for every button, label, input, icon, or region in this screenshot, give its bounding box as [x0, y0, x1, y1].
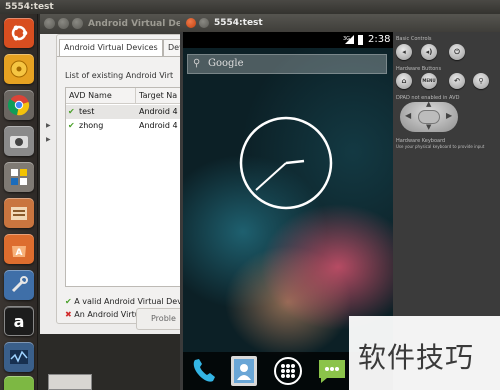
dpad-control[interactable]: ◀ ▶ ▲ ▼: [400, 100, 458, 132]
search-icon[interactable]: ⚲: [473, 73, 489, 89]
avd-table: AVD Name Target Na ✔ test Android 4 ✔ zh…: [65, 87, 191, 287]
window-maximize-icon[interactable]: [72, 18, 83, 29]
software-center-icon[interactable]: A: [4, 234, 34, 264]
ubuntu-dash-icon[interactable]: [4, 18, 34, 48]
home-icon[interactable]: ⌂: [396, 73, 412, 89]
status-time: 2:38: [368, 34, 391, 45]
volume-up-icon[interactable]: ◂): [421, 44, 437, 60]
amazon-icon[interactable]: a: [4, 306, 34, 336]
valid-check-icon: ✔: [65, 297, 72, 306]
battery-icon: [358, 35, 363, 45]
analog-clock-widget[interactable]: [238, 115, 334, 215]
hardware-buttons-label: Hardware Buttons: [396, 66, 442, 72]
settings-icon[interactable]: [4, 270, 34, 300]
expand-arrow-icon[interactable]: ▶: [46, 122, 51, 129]
avd-manager-window: Android Virtual Device Manager Android V…: [40, 14, 250, 334]
signal-icon: 3G: [343, 34, 355, 51]
tab-label: Proble: [151, 314, 176, 323]
avd-name-cell: zhong: [79, 121, 104, 130]
system-monitor-icon[interactable]: [4, 342, 34, 372]
contacts-icon[interactable]: [231, 356, 257, 386]
back-icon[interactable]: ↶: [449, 73, 465, 89]
emulator-title: 5554:test: [214, 18, 263, 28]
unity-launcher: A a: [0, 14, 38, 390]
files-icon[interactable]: [4, 198, 34, 228]
avd-name-cell: test: [79, 107, 95, 116]
legend-valid: ✔ A valid Android Virtual Dev: [65, 297, 182, 306]
google-search-bar[interactable]: ⚲ Google: [187, 54, 387, 74]
status-bar: 3G 2:38: [183, 32, 393, 48]
expand-arrow-icon[interactable]: ▶: [46, 136, 51, 143]
search-icon: ⚲: [193, 58, 201, 69]
avd-list-caption: List of existing Android Virt: [65, 71, 174, 80]
avd-target-cell: Android 4: [139, 107, 178, 116]
taskbar-thumbnail[interactable]: [48, 374, 92, 390]
valid-check-icon: ✔: [68, 121, 75, 130]
column-header-label: AVD Name: [69, 91, 112, 100]
avd-window-titlebar[interactable]: Android Virtual Device Manager: [40, 14, 250, 34]
table-row[interactable]: ✔ zhong Android 4: [66, 119, 190, 133]
power-icon[interactable]: ⏻: [449, 44, 465, 60]
hardware-keyboard-hint: Use your physical keyboard to provide in…: [396, 144, 485, 149]
invalid-x-icon: ✖: [65, 310, 72, 319]
table-row[interactable]: ✔ test Android 4: [66, 105, 190, 119]
window-minimize-icon[interactable]: [199, 18, 209, 28]
messaging-icon[interactable]: [316, 356, 348, 386]
dpad-down-icon[interactable]: ▼: [426, 123, 431, 131]
svg-text:A: A: [16, 248, 23, 258]
dpad-center-button[interactable]: [418, 110, 440, 124]
menu-button-label: MENU: [422, 78, 436, 83]
valid-check-icon: ✔: [68, 107, 75, 116]
window-close-icon[interactable]: [44, 18, 55, 29]
desktop: 5554:test A a Android Virtual Device Man…: [0, 0, 500, 390]
tab-divider: [57, 56, 191, 57]
column-header-avd-name[interactable]: AVD Name: [66, 88, 136, 104]
emulator-titlebar[interactable]: 5554:test: [180, 14, 500, 32]
dpad-left-icon[interactable]: ◀: [405, 111, 411, 120]
legend-valid-text: A valid Android Virtual Dev: [74, 297, 182, 306]
avd-panel: Android Virtual Devices Dev List of exis…: [56, 34, 191, 324]
menu-button[interactable]: MENU: [421, 73, 437, 89]
top-panel-title: 5554:test: [5, 2, 54, 12]
disc-burner-icon[interactable]: [4, 54, 34, 84]
dpad-up-icon[interactable]: ▲: [426, 100, 431, 108]
tab-label: Android Virtual Devices: [64, 43, 158, 52]
column-header-label: Target Na: [139, 91, 178, 100]
phone-icon[interactable]: [189, 356, 219, 386]
app-drawer-icon[interactable]: [274, 357, 302, 385]
basic-controls-label: Basic Controls: [396, 36, 432, 42]
camera-icon[interactable]: [4, 126, 34, 156]
search-placeholder: Google: [208, 58, 244, 69]
dpad-right-icon[interactable]: ▶: [446, 111, 452, 120]
avd-target-cell: Android 4: [139, 121, 178, 130]
top-panel: 5554:test: [0, 0, 500, 14]
green-app-icon[interactable]: [4, 376, 34, 390]
window-minimize-icon[interactable]: [58, 18, 69, 29]
volume-down-icon[interactable]: ◂: [396, 44, 412, 60]
tab-android-virtual-devices[interactable]: Android Virtual Devices: [59, 39, 163, 57]
watermark-text: 软件技巧: [358, 341, 475, 374]
chrome-icon[interactable]: [4, 90, 34, 120]
window-close-icon[interactable]: [186, 18, 196, 28]
libreoffice-icon[interactable]: [4, 162, 34, 192]
